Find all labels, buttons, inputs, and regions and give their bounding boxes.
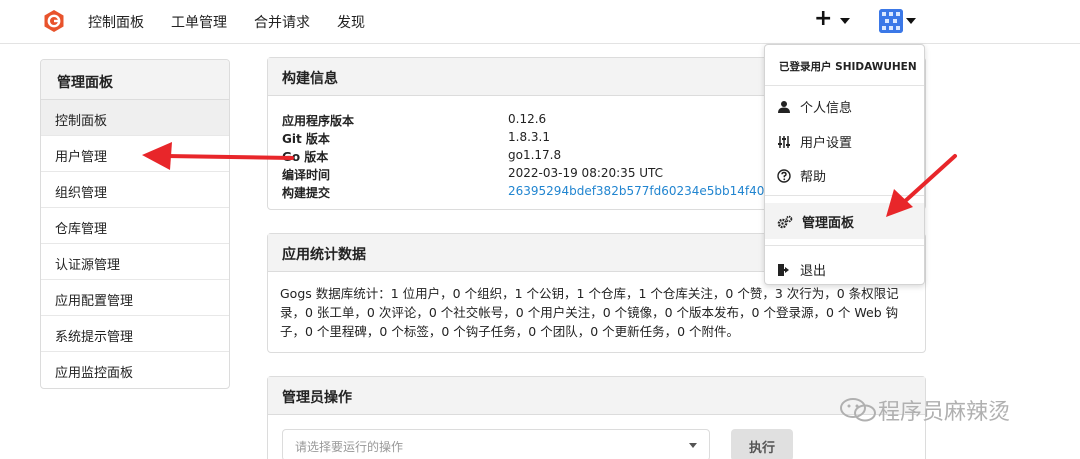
wechat-icon bbox=[840, 398, 876, 422]
arrow-to-user-management bbox=[142, 142, 294, 170]
watermark-text: 程序员麻辣烫 bbox=[878, 400, 1011, 425]
watermark: 程序员麻辣烫 bbox=[838, 394, 1010, 426]
arrow-to-admin-panel bbox=[886, 154, 957, 217]
annotation-arrows bbox=[142, 142, 957, 217]
